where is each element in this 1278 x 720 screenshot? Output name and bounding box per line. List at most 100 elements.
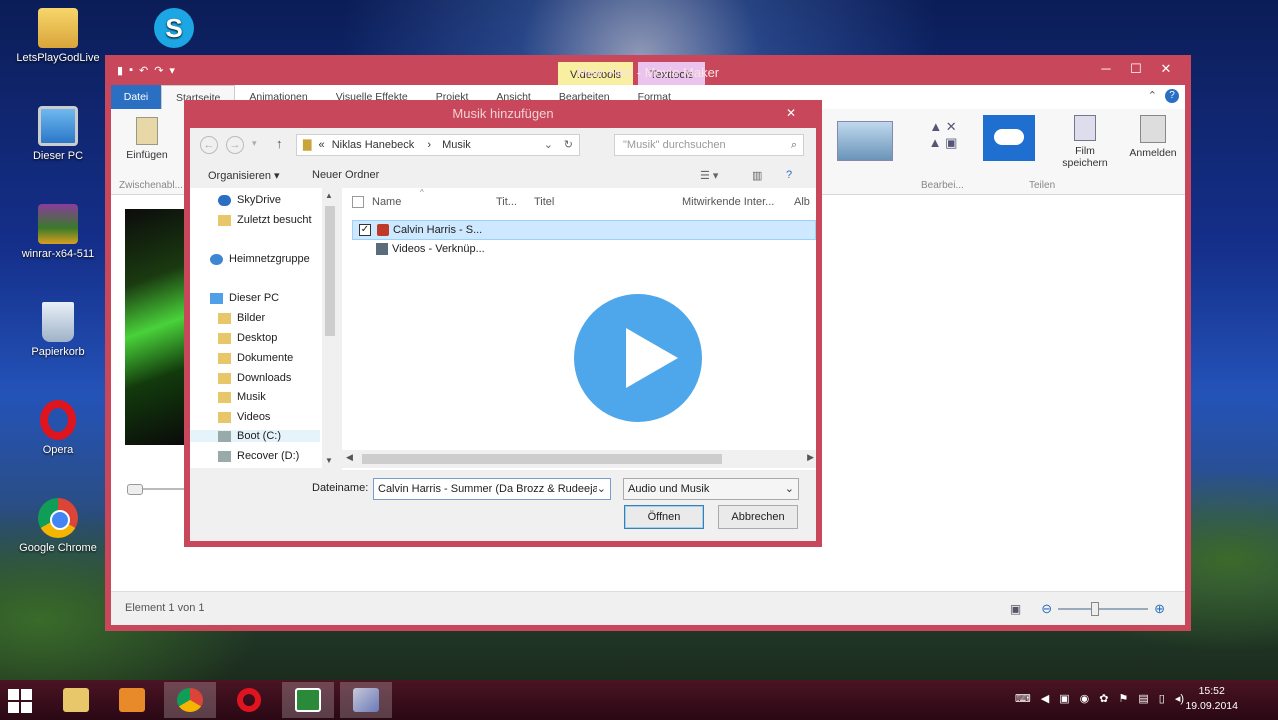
action-center-icon[interactable]: ⚑ — [1118, 692, 1128, 705]
close-icon[interactable]: ✕ — [1151, 59, 1181, 79]
file-checkbox[interactable]: ✓ — [359, 224, 371, 236]
address-dropdown-icon[interactable]: ⌄ — [544, 135, 553, 155]
zoom-in-icon[interactable]: ⊕ — [1154, 601, 1165, 617]
forward-icon[interactable]: → — [226, 136, 244, 154]
nav-item-desktop[interactable]: Desktop — [218, 332, 277, 344]
nav-item-homegroup[interactable]: Heimnetzgruppe — [210, 253, 310, 265]
cancel-button[interactable]: Abbrechen — [718, 505, 798, 529]
taskbar-camtasia[interactable] — [282, 682, 334, 718]
desktop-icon-chrome[interactable]: Google Chrome — [10, 498, 106, 554]
help-icon[interactable]: ? — [786, 169, 792, 181]
nav-item-recover-d[interactable]: Recover (D:) — [218, 450, 299, 462]
window-titlebar[interactable]: ▮ ▪ ↶ ↷ ▾ Videotools Texttools Mein Film… — [111, 59, 1185, 87]
column-header-track[interactable]: Tit... — [496, 196, 517, 208]
breadcrumb-user[interactable]: Niklas Hanebeck — [332, 139, 415, 151]
scroll-left-icon[interactable]: ◀ — [346, 452, 353, 463]
keyboard-icon[interactable]: ⌨ — [1015, 692, 1031, 705]
taskbar-media[interactable] — [106, 682, 158, 718]
file-name: Calvin Harris - S... — [393, 224, 483, 236]
help-icon[interactable]: ? — [1165, 89, 1179, 103]
file-list-hscrollbar[interactable]: ◀ ▶ — [342, 450, 816, 468]
column-header-title[interactable]: Titel — [534, 196, 554, 208]
organize-button[interactable]: Organisieren ▾ — [208, 169, 280, 182]
taskbar-opera[interactable] — [224, 682, 276, 718]
open-button[interactable]: Öffnen — [624, 505, 704, 529]
edit-tools[interactable]: ▲ ✕ ▲ ▣ — [923, 119, 963, 151]
dialog-close-icon[interactable]: ✕ — [786, 104, 816, 122]
filename-dropdown-icon[interactable]: ⌄ — [596, 479, 606, 499]
desktop-icon-opera[interactable]: Opera — [10, 400, 106, 456]
tray-app-icon[interactable]: ◉ — [1080, 692, 1090, 705]
zoom-slider[interactable] — [1058, 602, 1149, 616]
scrollbar-thumb[interactable] — [362, 454, 722, 464]
minimize-icon[interactable]: ─ — [1091, 59, 1121, 79]
desktop-icon-papierkorb[interactable]: Papierkorb — [10, 302, 106, 358]
zoom-out-icon[interactable]: ⊖ — [1041, 601, 1052, 617]
history-dropdown-icon[interactable]: ▾ — [252, 138, 257, 149]
breadcrumb-musik[interactable]: Musik — [442, 139, 471, 151]
tray-app-icon[interactable]: ✿ — [1099, 692, 1108, 705]
save-movie-button[interactable]: Film speichern — [1055, 115, 1115, 169]
new-folder-button[interactable]: Neuer Ordner — [312, 169, 379, 181]
theme-thumbnail[interactable] — [837, 121, 893, 161]
nav-item-recent[interactable]: Zuletzt besucht — [218, 214, 312, 226]
search-icon[interactable]: ⌕ — [791, 135, 797, 155]
file-row[interactable]: ✓ Calvin Harris - S... — [352, 220, 816, 240]
network-icon[interactable]: ▯ — [1159, 692, 1165, 705]
volume-icon[interactable]: ◂) — [1175, 692, 1184, 705]
taskbar-movie-maker[interactable] — [340, 682, 392, 718]
column-header-artists[interactable]: Mitwirkende Inter... — [682, 196, 774, 208]
ribbon-collapse-icon[interactable]: ⌃ — [1148, 89, 1157, 102]
view-options-icon[interactable]: ☰ ▾ — [700, 169, 718, 182]
desktop-icon-winrar[interactable]: winrar-x64-511 — [10, 204, 106, 260]
desktop-icon-dieser-pc[interactable]: Dieser PC — [10, 106, 106, 162]
address-bar[interactable]: ▇ « Niklas Hanebeck › Musik ⌄ ↻ — [296, 134, 580, 156]
nav-item-dieser-pc[interactable]: Dieser PC — [210, 292, 279, 304]
search-input[interactable]: "Musik" durchsuchen ⌕ — [614, 134, 804, 156]
filetype-dropdown-icon[interactable]: ⌄ — [785, 479, 794, 499]
thumbnail-size-icon[interactable]: ▣ — [1010, 602, 1021, 616]
clock[interactable]: 15:52 19.09.2014 — [1185, 684, 1238, 714]
back-icon[interactable]: ← — [200, 136, 218, 154]
taskbar-chrome[interactable] — [164, 682, 216, 718]
tab-datei[interactable]: Datei — [111, 85, 161, 109]
onedrive-button[interactable] — [983, 115, 1035, 161]
nav-item-bilder[interactable]: Bilder — [218, 312, 265, 324]
nav-item-downloads[interactable]: Downloads — [218, 372, 291, 384]
refresh-icon[interactable]: ↻ — [564, 135, 573, 155]
nav-label: Musik — [237, 391, 266, 403]
nav-item-musik[interactable]: Musik — [218, 391, 266, 403]
filetype-select[interactable]: Audio und Musik ⌄ — [623, 478, 799, 500]
tray-app-icon[interactable]: ▤ — [1138, 692, 1148, 705]
select-all-checkbox[interactable] — [352, 196, 364, 208]
desktop-icon-skype[interactable]: S — [126, 8, 222, 52]
show-hidden-icons-icon[interactable]: ◀ — [1041, 692, 1049, 705]
windows-start-icon[interactable] — [8, 689, 32, 713]
column-header-album[interactable]: Alb — [794, 196, 810, 208]
scrollbar-thumb[interactable] — [325, 206, 335, 336]
scroll-up-icon[interactable]: ▲ — [325, 191, 333, 200]
preview-size-slider[interactable] — [127, 484, 187, 495]
column-header-name[interactable]: Name — [372, 196, 401, 208]
nav-item-videos[interactable]: Videos — [218, 411, 270, 423]
file-row[interactable]: Videos - Verknüp... — [352, 240, 816, 260]
desktop-icon-letsplaygodlive[interactable]: LetsPlayGodLive — [10, 8, 106, 64]
nav-item-dokumente[interactable]: Dokumente — [218, 352, 293, 364]
up-icon[interactable]: ↑ — [276, 136, 283, 151]
taskbar-explorer[interactable] — [50, 682, 102, 718]
preview-pane-icon[interactable]: ▥ — [752, 169, 762, 182]
scroll-right-icon[interactable]: ▶ — [807, 452, 814, 463]
group-edit-label: Bearbei... — [921, 180, 964, 191]
video-preview[interactable] — [125, 209, 189, 445]
zoom-slider-thumb[interactable] — [1090, 602, 1099, 616]
filename-input[interactable]: Calvin Harris - Summer (Da Brozz & Rudee… — [373, 478, 611, 500]
nav-item-boot-c[interactable]: Boot (C:) — [190, 430, 320, 442]
paste-button[interactable]: Einfügen — [121, 117, 173, 161]
nav-item-skydrive[interactable]: SkyDrive — [218, 194, 281, 206]
maximize-icon[interactable]: ☐ — [1121, 59, 1151, 79]
navigation-scrollbar[interactable]: ▲ ▼ — [322, 188, 338, 468]
video-play-button[interactable] — [565, 285, 711, 431]
sign-in-button[interactable]: Anmelden — [1123, 115, 1183, 159]
scroll-down-icon[interactable]: ▼ — [325, 456, 333, 465]
tray-app-icon[interactable]: ▣ — [1059, 692, 1069, 705]
